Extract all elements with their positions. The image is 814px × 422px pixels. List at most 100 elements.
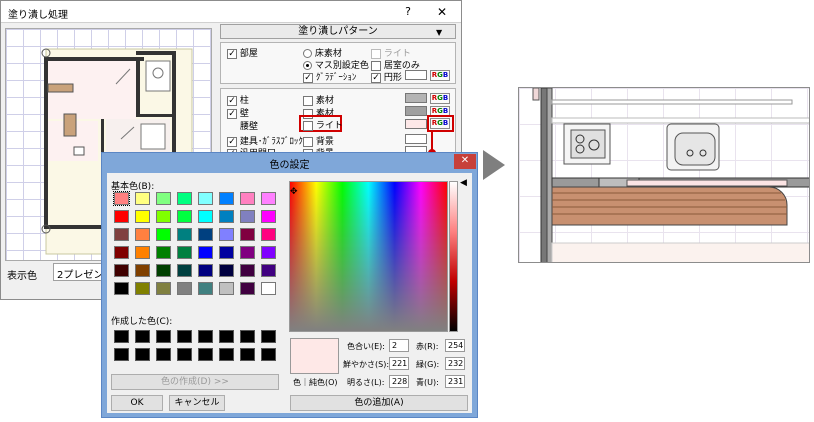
luminance-slider[interactable] — [449, 181, 458, 332]
basic-color-swatch[interactable] — [156, 264, 171, 277]
basic-color-swatch[interactable] — [240, 192, 255, 205]
mass-color-radio[interactable] — [303, 61, 312, 70]
basic-color-swatch[interactable] — [240, 228, 255, 241]
custom-color-swatch[interactable] — [177, 330, 192, 343]
room-light-checkbox[interactable] — [371, 48, 381, 59]
pillar-row[interactable]: ✓ 柱 — [227, 93, 249, 106]
floor-material-radio[interactable] — [303, 49, 312, 58]
custom-color-swatch[interactable] — [198, 348, 213, 361]
room-checkbox-row[interactable]: ✓ 部屋 — [227, 46, 258, 59]
basic-color-swatch[interactable] — [240, 246, 255, 259]
add-to-custom-button[interactable]: 色の追加(A) — [290, 395, 468, 411]
custom-color-swatch[interactable] — [135, 330, 150, 343]
basic-color-swatch[interactable] — [114, 264, 129, 277]
basic-color-swatch[interactable] — [177, 192, 192, 205]
basic-color-swatch[interactable] — [219, 228, 234, 241]
custom-color-swatch[interactable] — [219, 330, 234, 343]
basic-color-swatch[interactable] — [177, 228, 192, 241]
define-custom-button[interactable]: 色の作成(D) >> — [111, 374, 279, 390]
fixtures-background-checkbox[interactable] — [303, 136, 313, 147]
waist-wall-rgb-button[interactable]: RGB — [430, 118, 450, 129]
basic-color-swatch[interactable] — [114, 246, 129, 259]
room-checkbox[interactable]: ✓ — [227, 48, 237, 59]
custom-color-swatch[interactable] — [135, 348, 150, 361]
hue-input[interactable]: 2 — [389, 339, 409, 352]
color-spectrum[interactable] — [289, 181, 448, 332]
basic-color-swatch[interactable] — [219, 264, 234, 277]
basic-color-swatch[interactable] — [114, 228, 129, 241]
pillar-material-checkbox[interactable] — [303, 95, 313, 106]
basic-color-swatch[interactable] — [198, 246, 213, 259]
fixtures-checkbox[interactable]: ✓ — [227, 136, 237, 147]
basic-color-swatch[interactable] — [113, 191, 130, 206]
waist-light-checkbox[interactable] — [303, 120, 313, 131]
custom-color-swatch[interactable] — [156, 348, 171, 361]
pillar-checkbox[interactable]: ✓ — [227, 95, 237, 106]
red-input[interactable]: 254 — [445, 339, 465, 352]
basic-color-swatch[interactable] — [135, 210, 150, 223]
basic-color-swatch[interactable] — [219, 282, 234, 295]
basic-color-swatch[interactable] — [114, 210, 129, 223]
basic-color-swatch[interactable] — [135, 282, 150, 295]
custom-color-swatch[interactable] — [156, 330, 171, 343]
gradation-option[interactable]: ✓ ｸﾞﾗﾃﾞｰｼｮﾝ — [303, 70, 356, 83]
saturation-input[interactable]: 221 — [389, 357, 409, 370]
custom-color-swatch[interactable] — [261, 348, 276, 361]
blue-input[interactable]: 231 — [445, 375, 465, 388]
basic-color-swatch[interactable] — [198, 192, 213, 205]
custom-color-swatch[interactable] — [240, 348, 255, 361]
basic-color-swatch[interactable] — [156, 192, 171, 205]
basic-color-swatch[interactable] — [156, 246, 171, 259]
waist-light-option[interactable]: ライト — [299, 115, 343, 132]
basic-color-swatch[interactable] — [219, 210, 234, 223]
luminance-input[interactable]: 228 — [389, 375, 409, 388]
basic-color-swatch[interactable] — [198, 282, 213, 295]
basic-color-swatch[interactable] — [198, 264, 213, 277]
cancel-button[interactable]: キャンセル — [169, 395, 225, 411]
basic-color-swatch[interactable] — [261, 210, 276, 223]
ok-button[interactable]: OK — [111, 395, 163, 411]
basic-color-swatch[interactable] — [240, 282, 255, 295]
custom-color-swatch[interactable] — [240, 330, 255, 343]
basic-color-swatch[interactable] — [198, 228, 213, 241]
basic-color-swatch[interactable] — [156, 228, 171, 241]
rooms-only-checkbox[interactable] — [371, 60, 381, 71]
pillar-material-option[interactable]: 素材 — [303, 93, 334, 106]
custom-color-swatch[interactable] — [261, 330, 276, 343]
custom-color-swatch[interactable] — [219, 348, 234, 361]
basic-color-swatch[interactable] — [261, 246, 276, 259]
custom-color-swatch[interactable] — [177, 348, 192, 361]
wall-row[interactable]: ✓ 壁 — [227, 106, 249, 119]
basic-color-swatch[interactable] — [261, 282, 276, 295]
basic-color-swatch[interactable] — [219, 192, 234, 205]
basic-color-swatch[interactable] — [135, 264, 150, 277]
close-button[interactable]: ✕ — [426, 2, 458, 22]
fill-pattern-dropdown[interactable]: 塗り潰しパターン ▼ — [220, 24, 456, 39]
basic-color-swatch[interactable] — [240, 210, 255, 223]
circle-checkbox[interactable]: ✓ — [371, 72, 381, 83]
close-icon[interactable]: ✕ — [454, 154, 476, 169]
room-rgb-button[interactable]: RGB — [430, 70, 450, 81]
basic-color-swatch[interactable] — [114, 282, 129, 295]
pillar-rgb-button[interactable]: RGB — [430, 93, 450, 104]
green-input[interactable]: 232 — [445, 357, 465, 370]
basic-color-swatch[interactable] — [261, 192, 276, 205]
wall-checkbox[interactable]: ✓ — [227, 108, 237, 119]
basic-color-swatch[interactable] — [135, 246, 150, 259]
basic-color-swatch[interactable] — [219, 246, 234, 259]
basic-color-swatch[interactable] — [261, 264, 276, 277]
basic-color-swatch[interactable] — [135, 192, 150, 205]
basic-color-swatch[interactable] — [177, 210, 192, 223]
help-button[interactable]: ? — [393, 2, 423, 22]
basic-color-swatch[interactable] — [240, 264, 255, 277]
basic-color-swatch[interactable] — [177, 246, 192, 259]
custom-color-swatch[interactable] — [114, 348, 129, 361]
slider-arrow-icon[interactable]: ◀ — [460, 178, 467, 188]
basic-color-swatch[interactable] — [156, 282, 171, 295]
basic-color-swatch[interactable] — [156, 210, 171, 223]
custom-color-swatch[interactable] — [198, 330, 213, 343]
basic-color-swatch[interactable] — [177, 264, 192, 277]
basic-color-swatch[interactable] — [198, 210, 213, 223]
circle-option[interactable]: ✓ 円形 — [371, 70, 402, 83]
gradation-checkbox[interactable]: ✓ — [303, 72, 313, 83]
